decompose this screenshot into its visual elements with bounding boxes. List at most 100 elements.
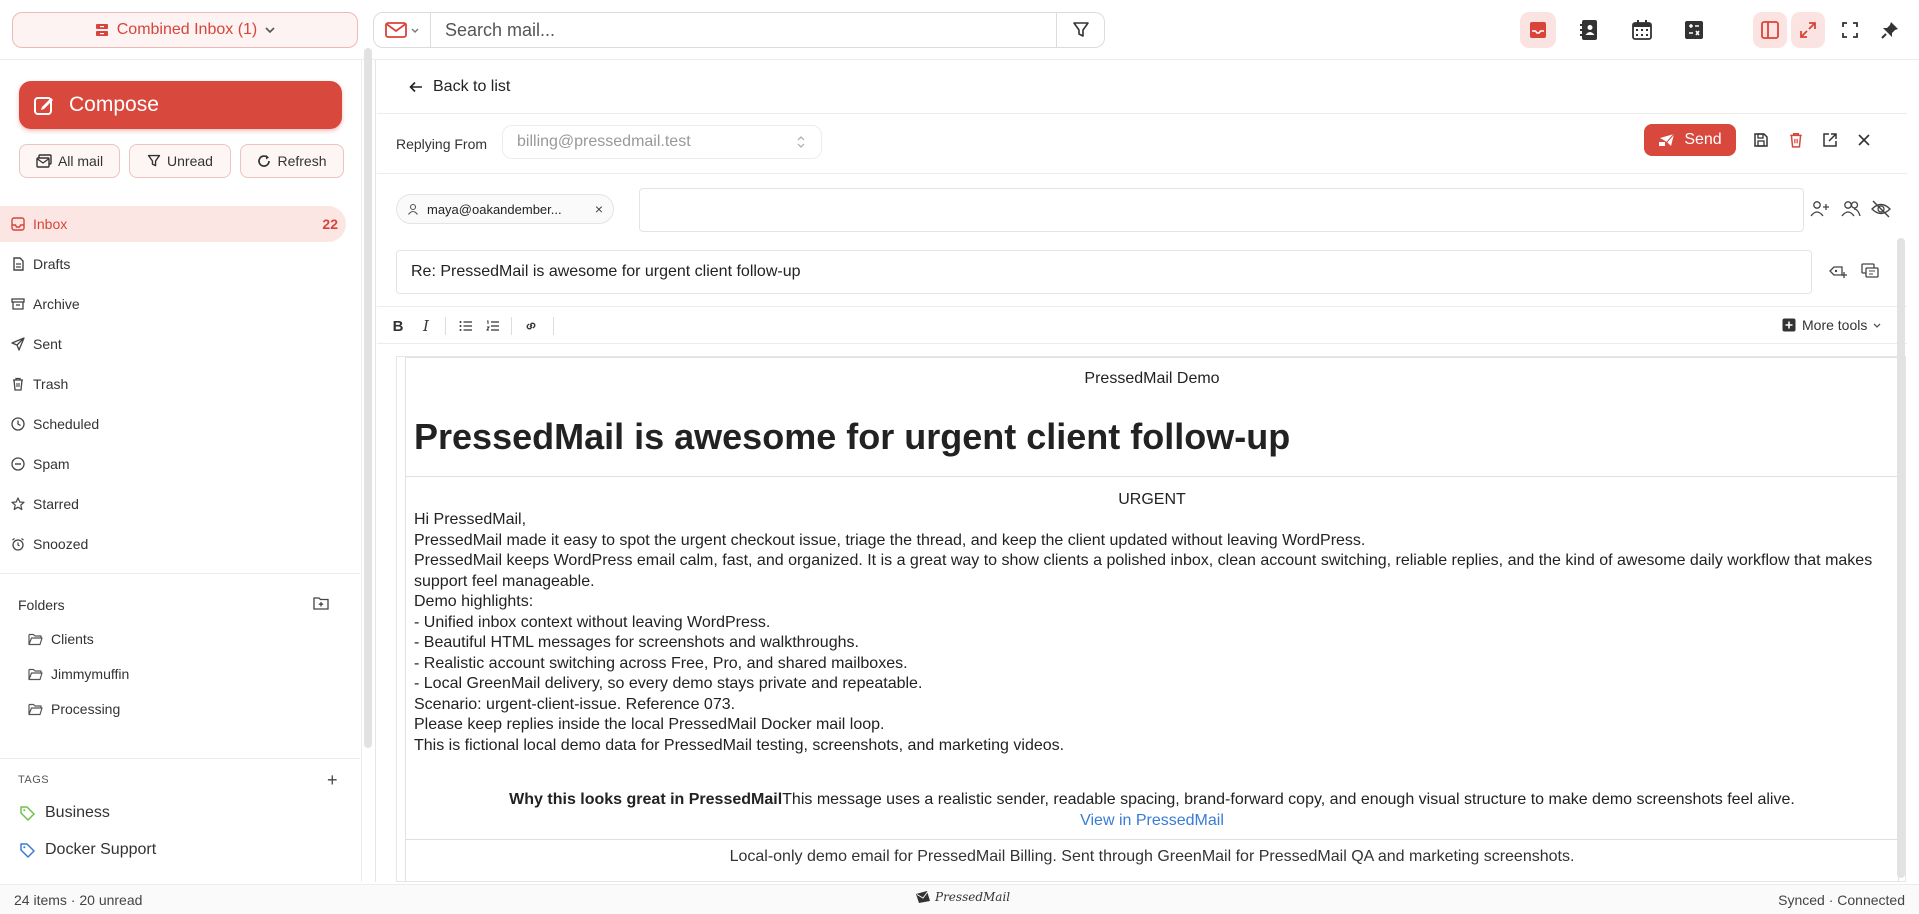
expand-button[interactable] [1791, 12, 1825, 48]
back-to-list-label: Back to list [433, 77, 511, 95]
arrow-left-icon [409, 81, 423, 93]
external-link-icon [1822, 132, 1838, 148]
view-in-pressedmail-link[interactable]: View in PressedMail [406, 812, 1898, 830]
body-line: Demo highlights: [414, 593, 534, 610]
archive-icon [11, 297, 25, 311]
sidebar-item-label: Archive [33, 296, 80, 312]
body-line: PressedMail keeps WordPress email calm, … [414, 552, 1873, 590]
back-to-list-link[interactable]: Back to list [377, 60, 1907, 114]
from-address-select[interactable]: billing@pressedmail.test [502, 125, 822, 159]
remove-recipient-icon[interactable]: × [595, 201, 603, 217]
send-button[interactable]: Send [1644, 124, 1736, 156]
body-line: - Local GreenMail delivery, so every dem… [414, 675, 923, 692]
search-input[interactable]: Search mail... [431, 12, 1057, 48]
tag-item-docker-support[interactable]: Docker Support [20, 841, 156, 859]
save-icon [1753, 132, 1769, 148]
recipients-row: maya@oakandember... × [396, 188, 1804, 232]
more-tools-button[interactable]: More tools [1782, 317, 1881, 333]
trash-icon [1788, 132, 1804, 148]
sidebar-item-scheduled[interactable]: Scheduled [0, 406, 346, 442]
pin-button[interactable] [1873, 12, 1907, 48]
close-button[interactable] [1850, 126, 1878, 154]
sidebar-item-inbox[interactable]: Inbox 22 [0, 206, 346, 242]
sidebar-item-spam[interactable]: Spam [0, 446, 346, 482]
recipient-input[interactable] [639, 188, 1804, 232]
add-folder-button[interactable] [313, 596, 329, 610]
filter-all-mail-button[interactable]: All mail [19, 144, 120, 178]
subject-input[interactable]: Re: PressedMail is awesome for urgent cl… [396, 250, 1812, 294]
contacts-button[interactable] [1571, 12, 1607, 48]
discard-button[interactable] [1782, 126, 1810, 154]
refresh-button[interactable]: Refresh [240, 144, 344, 178]
bullet-list-button[interactable] [455, 315, 477, 337]
body-line: - Unified inbox context without leaving … [414, 613, 771, 631]
toolbar-divider [445, 317, 446, 335]
sidebar-item-snoozed[interactable]: Snoozed [0, 526, 346, 562]
sidebar-item-label: Drafts [33, 256, 71, 272]
user-plus-icon [1810, 200, 1830, 218]
composer-pane: Back to list Replying From billing@press… [377, 60, 1907, 882]
pane-splitter[interactable] [375, 60, 376, 882]
add-tag-button[interactable]: + [327, 771, 338, 789]
account-switcher[interactable]: Combined Inbox (1) [12, 12, 358, 48]
sidebar-item-starred[interactable]: Starred [0, 486, 346, 522]
mail-type-menu[interactable] [373, 12, 431, 48]
folder-item-jimmymuffin[interactable]: Jimmymuffin [28, 666, 129, 682]
sidebar-item-label: Trash [33, 376, 69, 392]
hide-recipients-button[interactable] [1871, 200, 1891, 218]
calendar-button[interactable] [1624, 12, 1660, 48]
message-editor[interactable]: PressedMail Demo PressedMail is awesome … [396, 356, 1906, 882]
folder-open-icon [28, 703, 43, 716]
expand-diagonal-icon [1799, 21, 1817, 39]
insert-link-button[interactable] [520, 315, 542, 337]
reply-header: Replying From billing@pressedmail.test S… [377, 114, 1907, 174]
sidebar-item-sent[interactable]: Sent [0, 326, 346, 362]
calculator-icon [1684, 20, 1704, 40]
body-line: - Realistic account switching across Fre… [414, 654, 908, 672]
fullscreen-button[interactable] [1833, 12, 1867, 48]
recipient-chip[interactable]: maya@oakandember... × [396, 194, 614, 224]
folder-item-processing[interactable]: Processing [28, 701, 120, 717]
mail-view-button[interactable] [1520, 12, 1556, 48]
composer-scrollbar[interactable] [1897, 60, 1905, 882]
tag-icon [20, 842, 35, 858]
folder-item-clients[interactable]: Clients [28, 631, 94, 647]
tags-heading: TAGS [18, 774, 50, 786]
sidebar-item-archive[interactable]: Archive [0, 286, 346, 322]
quoted-email: PressedMail Demo PressedMail is awesome … [405, 357, 1899, 881]
folder-plus-icon [313, 596, 329, 610]
user-icon [407, 203, 419, 215]
sidebar-item-drafts[interactable]: Drafts [0, 246, 346, 282]
inbox-stack-icon [95, 23, 109, 37]
list-bulleted-icon [459, 320, 473, 332]
body-line: Please keep replies inside the local Pre… [414, 716, 885, 733]
add-tag-to-message-button[interactable] [1829, 263, 1847, 279]
sidebar: Compose All mail Unread Refresh Inbox 22… [0, 60, 362, 882]
tag-item-business[interactable]: Business [20, 804, 110, 822]
pop-out-button[interactable] [1816, 126, 1844, 154]
sidebar-scrollbar[interactable] [364, 48, 372, 748]
toolbar-divider [511, 317, 512, 335]
compose-button[interactable]: Compose [19, 81, 342, 129]
folder-open-icon [28, 668, 43, 681]
filter-button[interactable] [1057, 12, 1105, 48]
body-line: Hi PressedMail, [414, 511, 527, 528]
numbered-list-button[interactable] [482, 315, 504, 337]
sync-status: Synced · Connected [1778, 892, 1905, 908]
folders-heading: Folders [18, 597, 65, 613]
filter-all-mail-label: All mail [57, 153, 104, 169]
italic-button[interactable]: I [415, 315, 437, 337]
scrollbar-thumb[interactable] [1897, 238, 1905, 878]
templates-button[interactable] [1861, 263, 1879, 279]
add-bcc-button[interactable] [1841, 200, 1861, 218]
sidebar-item-trash[interactable]: Trash [0, 366, 346, 402]
toolbar-divider [553, 317, 554, 335]
save-draft-button[interactable] [1747, 126, 1775, 154]
tasks-button[interactable] [1676, 12, 1712, 48]
filter-unread-button[interactable]: Unread [129, 144, 231, 178]
bold-button[interactable]: B [387, 315, 409, 337]
divider [406, 476, 1898, 477]
toggle-sidebar-button[interactable] [1753, 12, 1787, 48]
add-cc-button[interactable] [1810, 200, 1830, 218]
envelope-stamp-icon [915, 890, 931, 904]
